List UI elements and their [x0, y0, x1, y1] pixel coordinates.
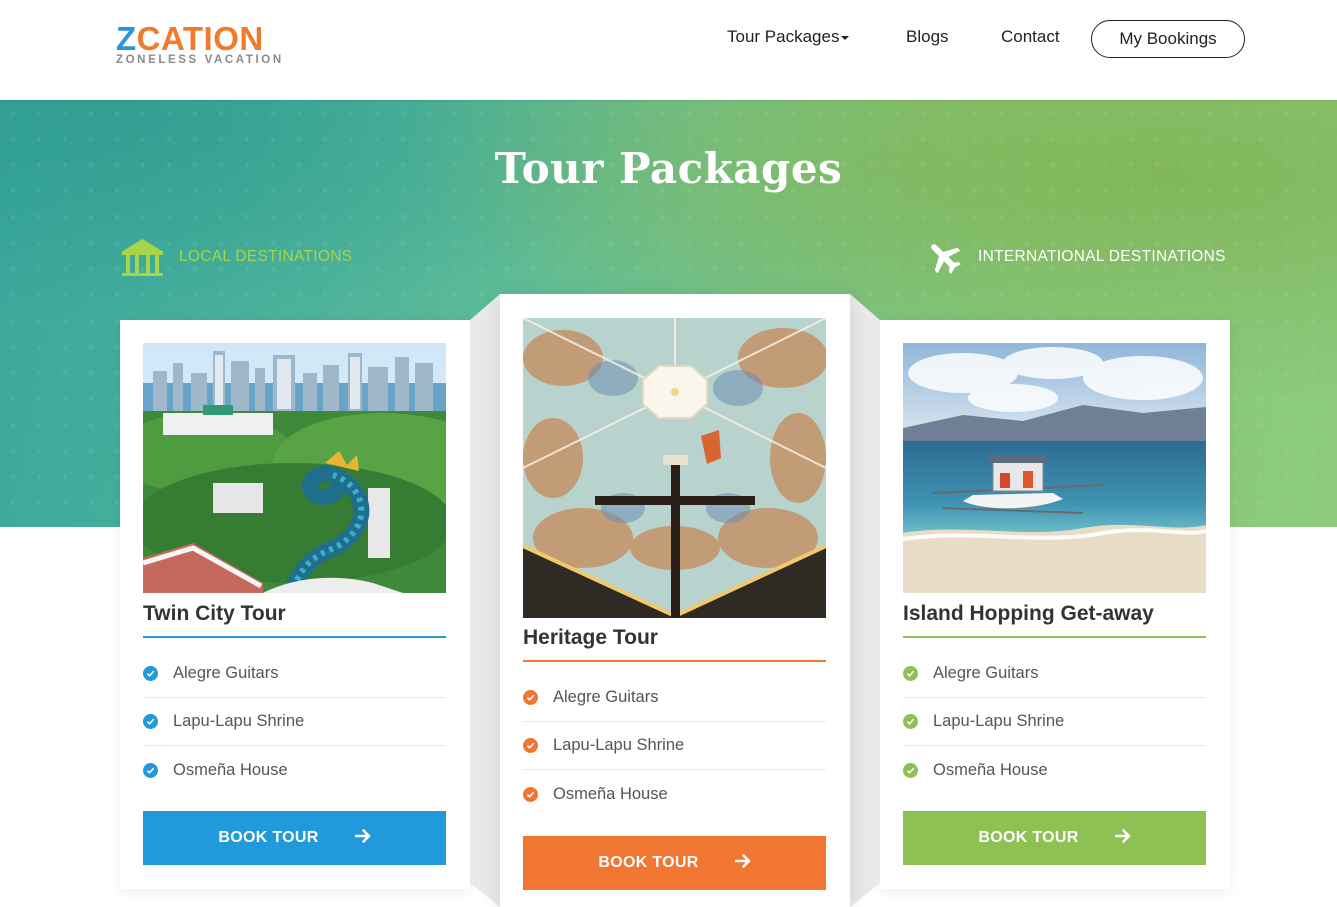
tour-card-twin-city: Twin City Tour Alegre Guitars Lapu-Lapu … [120, 320, 470, 889]
list-item: Lapu-Lapu Shrine [143, 698, 446, 746]
card-fold-left [470, 294, 500, 907]
book-tour-label: BOOK TOUR [598, 854, 699, 871]
check-circle-icon [143, 762, 158, 778]
check-circle-icon [903, 714, 918, 729]
tour-title: Twin City Tour [143, 602, 446, 638]
nav-tour-packages[interactable]: Tour Packages [727, 27, 850, 47]
feature-label: Lapu-Lapu Shrine [553, 736, 685, 754]
nav-blogs[interactable]: Blogs [906, 27, 949, 47]
check-circle-icon [143, 714, 158, 729]
feature-label: Lapu-Lapu Shrine [933, 712, 1065, 730]
check-circle-icon [903, 762, 918, 778]
nav-tour-packages-label: Tour Packages [727, 27, 840, 46]
list-item: Osmeña House [143, 746, 446, 794]
shrine-icon [120, 237, 165, 277]
tour-card-island-hopping: Island Hopping Get-away Alegre Guitars L… [880, 320, 1230, 889]
my-bookings-button[interactable]: My Bookings [1091, 20, 1245, 58]
logo-wordmark: ZCATION [116, 20, 264, 57]
list-item: Lapu-Lapu Shrine [523, 722, 826, 770]
tour-image-island-boat [903, 343, 1206, 593]
tour-features: Alegre Guitars Lapu-Lapu Shrine Osmeña H… [523, 674, 826, 818]
check-circle-icon [523, 690, 538, 705]
tour-card-heritage: Heritage Tour Alegre Guitars Lapu-Lapu S… [500, 294, 850, 907]
list-item: Alegre Guitars [903, 650, 1206, 698]
tour-image-magellan-cross [523, 318, 826, 618]
tour-image-city-dragon [143, 343, 446, 593]
book-tour-button[interactable]: BOOK TOUR [523, 836, 826, 890]
book-tour-button[interactable]: BOOK TOUR [903, 811, 1206, 865]
international-destinations-label: INTERNATIONAL DESTINATIONS [978, 248, 1226, 265]
book-tour-label: BOOK TOUR [218, 829, 319, 846]
list-item: Alegre Guitars [143, 650, 446, 698]
check-circle-icon [523, 738, 538, 753]
logo[interactable]: ZCATION ZONELESS VACATION [116, 22, 296, 70]
list-item: Osmeña House [523, 770, 826, 818]
logo-tagline: ZONELESS VACATION [116, 54, 284, 66]
list-item: Lapu-Lapu Shrine [903, 698, 1206, 746]
list-item: Alegre Guitars [523, 674, 826, 722]
nav-contact[interactable]: Contact [1001, 27, 1060, 47]
tour-title: Heritage Tour [523, 626, 826, 662]
international-destinations-tab[interactable]: INTERNATIONAL DESTINATIONS [924, 237, 1226, 277]
feature-label: Alegre Guitars [553, 688, 659, 706]
card-fold-right [850, 294, 880, 907]
feature-label: Alegre Guitars [933, 664, 1039, 682]
book-tour-button[interactable]: BOOK TOUR [143, 811, 446, 865]
tour-features: Alegre Guitars Lapu-Lapu Shrine Osmeña H… [903, 650, 1206, 794]
tour-title: Island Hopping Get-away [903, 602, 1206, 638]
caret-down-icon [841, 35, 850, 40]
arrow-right-icon [354, 828, 371, 848]
check-circle-icon [143, 666, 158, 681]
feature-label: Osmeña House [553, 784, 668, 803]
feature-label: Osmeña House [173, 760, 288, 779]
list-item: Osmeña House [903, 746, 1206, 794]
arrow-right-icon [1114, 828, 1131, 848]
local-destinations-tab[interactable]: LOCAL DESTINATIONS [120, 237, 352, 277]
page-title: Tour Packages [494, 144, 843, 193]
check-circle-icon [523, 786, 538, 802]
feature-label: Osmeña House [933, 760, 1048, 779]
feature-label: Alegre Guitars [173, 664, 279, 682]
arrow-right-icon [734, 853, 751, 873]
local-destinations-label: LOCAL DESTINATIONS [179, 248, 353, 265]
airplane-icon [924, 237, 964, 277]
site-header: ZCATION ZONELESS VACATION Tour Packages … [0, 0, 1337, 100]
feature-label: Lapu-Lapu Shrine [173, 712, 305, 730]
book-tour-label: BOOK TOUR [978, 829, 1079, 846]
tour-features: Alegre Guitars Lapu-Lapu Shrine Osmeña H… [143, 650, 446, 794]
check-circle-icon [903, 666, 918, 681]
